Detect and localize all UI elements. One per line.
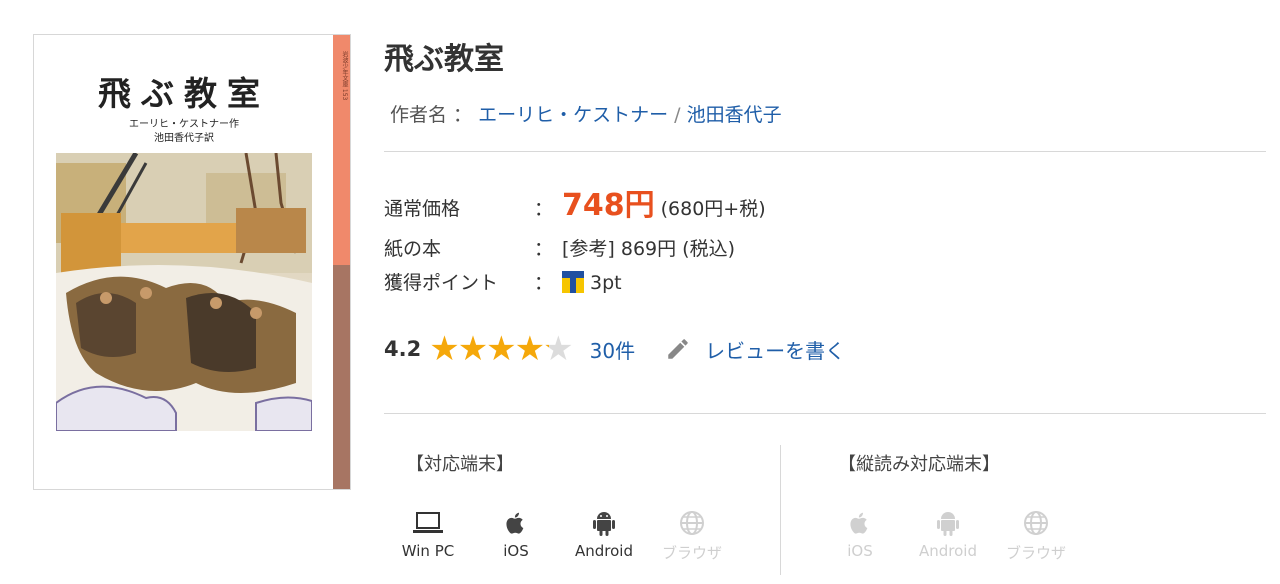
author-label: 作者名 ： xyxy=(390,104,473,126)
device-label: Android xyxy=(575,542,633,560)
supported-heading: 【対応端末】 xyxy=(406,454,514,475)
paper-price-row: 紙の本 ： [参考] 869円 (税込) xyxy=(384,234,735,261)
colon: ： xyxy=(534,272,554,294)
vertical-device-list: iOS Android ブラウザ xyxy=(816,508,1080,563)
author-row: 作者名 ： エーリヒ・ケストナー / 池田香代子 xyxy=(390,100,782,127)
book-cover-image[interactable]: 飛ぶ教室 エーリヒ・ケストナー作 池田香代子訳 岩波少年文庫 153 xyxy=(33,34,351,490)
regular-price-row: 通常価格 ： 748円 (680円+税) xyxy=(384,180,766,224)
star-full-icon: ★ xyxy=(514,329,546,369)
review-count-link[interactable]: 30件 xyxy=(590,335,635,364)
device-label: Win PC xyxy=(401,542,455,560)
apple-icon xyxy=(503,508,529,538)
laptop-icon xyxy=(411,508,445,538)
star-partial-icon: ★ xyxy=(543,329,574,369)
cover-title: 飛ぶ教室 xyxy=(98,74,270,113)
device-label: iOS xyxy=(503,542,529,560)
paper-price-label: 紙の本 xyxy=(384,238,442,260)
regular-price-label: 通常価格 xyxy=(384,198,461,220)
points-row: 獲得ポイント ： 3pt xyxy=(384,268,622,295)
cover-translator: 池田香代子訳 xyxy=(154,133,214,144)
device-label: Android xyxy=(919,542,977,560)
vertical-device-ios: iOS xyxy=(816,508,904,563)
rating-score: 4.2 xyxy=(384,337,422,361)
globe-icon xyxy=(678,508,706,538)
vertical-device-browser: ブラウザ xyxy=(992,508,1080,563)
device-ios: iOS xyxy=(472,508,560,563)
android-icon xyxy=(591,508,617,538)
vertical-heading: 【縦読み対応端末】 xyxy=(838,454,1000,475)
vertical-device-android: Android xyxy=(904,508,992,563)
rating-row: 4.2 ★ ★ ★ ★ ★ 30件 レビューを書く xyxy=(384,332,845,366)
pencil-icon[interactable] xyxy=(665,336,691,362)
colon: ： xyxy=(534,238,554,260)
star-rating: ★ ★ ★ ★ ★ xyxy=(429,329,574,369)
android-icon xyxy=(935,508,961,538)
devices-divider xyxy=(780,445,781,575)
author-link-kastner[interactable]: エーリヒ・ケストナー xyxy=(478,104,668,126)
paper-price-value: [参考] 869円 (税込) xyxy=(562,238,735,260)
star-full-icon: ★ xyxy=(486,329,517,369)
spine-label: 岩波少年文庫 153 xyxy=(341,51,348,101)
cover-author: エーリヒ・ケストナー作 xyxy=(129,119,239,130)
price-detail: (680円+税) xyxy=(660,198,766,220)
device-label: ブラウザ xyxy=(1005,544,1066,562)
divider-top xyxy=(384,151,1266,152)
cover-illustration xyxy=(56,153,312,431)
points-label: 獲得ポイント xyxy=(384,272,499,294)
globe-icon xyxy=(1022,508,1050,538)
colon: ： xyxy=(534,198,554,220)
apple-icon xyxy=(847,508,873,538)
vertical-devices: 【縦読み対応端末】 xyxy=(838,450,1000,476)
device-android: Android xyxy=(560,508,648,563)
star-full-icon: ★ xyxy=(457,329,489,369)
device-label: iOS xyxy=(847,542,873,560)
supported-device-list: Win PC iOS Android ブラウザ xyxy=(384,508,736,563)
author-separator: / xyxy=(674,104,681,126)
price-value: 748円 xyxy=(562,188,655,223)
device-browser: ブラウザ xyxy=(648,508,736,563)
device-label: ブラウザ xyxy=(661,544,722,562)
divider-bottom xyxy=(384,413,1266,414)
device-winpc: Win PC xyxy=(384,508,472,563)
book-title: 飛ぶ教室 xyxy=(384,42,504,77)
supported-devices: 【対応端末】 xyxy=(406,450,514,476)
write-review-link[interactable]: レビューを書く xyxy=(705,335,845,364)
spine-bottom xyxy=(333,265,350,489)
points-value: 3pt xyxy=(590,272,622,294)
author-link-ikeda[interactable]: 池田香代子 xyxy=(687,104,782,126)
star-full-icon: ★ xyxy=(429,329,460,369)
t-point-icon xyxy=(562,270,584,293)
